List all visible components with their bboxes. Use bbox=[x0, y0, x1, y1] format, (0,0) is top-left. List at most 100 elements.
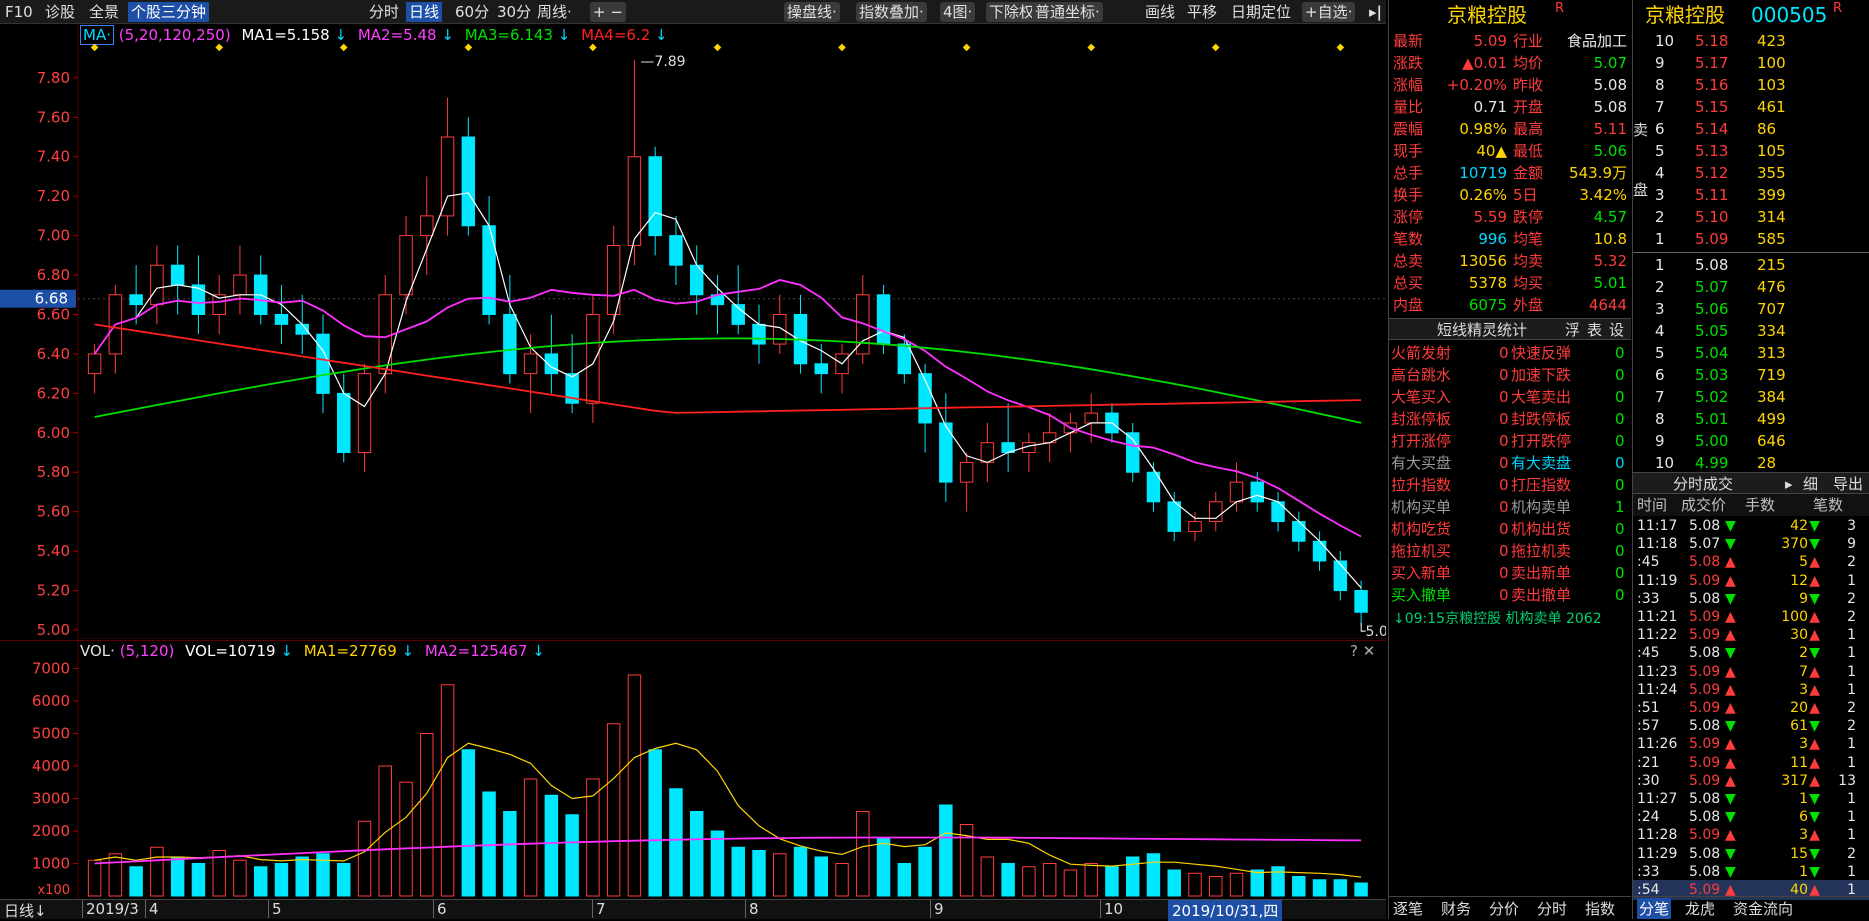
stats-btn[interactable]: 表 bbox=[1587, 319, 1602, 341]
toolbar-item-8[interactable]: 周线· bbox=[534, 2, 575, 22]
quote-tab[interactable]: 财务 bbox=[1441, 898, 1471, 919]
stats-row[interactable]: 机构吃货 0 机构出货 0 bbox=[1389, 518, 1631, 540]
quote-tab[interactable]: 逐笔 bbox=[1393, 898, 1423, 919]
bid-row[interactable]: 10 4.99 28 bbox=[1633, 452, 1869, 474]
ask-row[interactable]: 4 5.12 355 bbox=[1633, 162, 1869, 184]
ask-row[interactable]: 10 5.18 423 bbox=[1633, 30, 1869, 52]
trade-row[interactable]: :45 5.08 ▲ 5 ▲ 2 bbox=[1633, 552, 1869, 572]
ask-row[interactable]: 2 5.10 314 bbox=[1633, 206, 1869, 228]
trade-row[interactable]: 11:27 5.08 ▼ 1 ▼ 1 bbox=[1633, 789, 1869, 809]
stats-row[interactable]: 买入新单 0 卖出新单 0 bbox=[1389, 562, 1631, 584]
toolbar-item-13[interactable]: 普通坐标· bbox=[1032, 2, 1103, 22]
stats-btn[interactable]: 浮 bbox=[1565, 319, 1580, 341]
toolbar-item-7[interactable]: 30分 bbox=[494, 2, 534, 22]
trade-row[interactable]: :33 5.08 ▼ 9 ▼ 2 bbox=[1633, 589, 1869, 609]
trade-volume: 61 bbox=[1790, 718, 1808, 735]
trade-row[interactable]: 11:18 5.07 ▼ 370 ▼ 9 bbox=[1633, 534, 1869, 554]
stats-row[interactable]: 拉升指数 0 打压指数 0 bbox=[1389, 474, 1631, 496]
trades-btn[interactable]: 细 bbox=[1803, 473, 1818, 495]
ask-row[interactable]: 9 5.17 100 bbox=[1633, 52, 1869, 74]
period-label[interactable]: 日线↓ bbox=[4, 900, 47, 921]
toolbar-item-16[interactable]: 日期定位 bbox=[1228, 2, 1294, 22]
toolbar-item-4[interactable]: 分时 bbox=[366, 2, 402, 22]
stats-btn[interactable]: 设 bbox=[1609, 319, 1624, 341]
quote-tab[interactable]: 分价 bbox=[1489, 898, 1519, 919]
trade-row[interactable]: :57 5.08 ▼ 61 ▼ 2 bbox=[1633, 716, 1869, 736]
stats-row[interactable]: 打开涨停 0 打开跌停 0 bbox=[1389, 430, 1631, 452]
stats-row[interactable]: 机构买单 0 机构卖单 1 bbox=[1389, 496, 1631, 518]
trade-row[interactable]: :24 5.08 ▼ 6 ▼ 1 bbox=[1633, 807, 1869, 827]
bid-row[interactable]: 8 5.01 499 bbox=[1633, 408, 1869, 430]
bid-row[interactable]: 5 5.04 313 bbox=[1633, 342, 1869, 364]
toolbar-item-9[interactable]: 操盘线· bbox=[784, 2, 840, 22]
trade-row[interactable]: 11:23 5.09 ▲ 7 ▲ 1 bbox=[1633, 662, 1869, 682]
toolbar-item-11[interactable]: 4图· bbox=[940, 2, 976, 22]
trade-price: 5.09 bbox=[1689, 681, 1721, 698]
toolbar-item-6[interactable]: 60分 bbox=[452, 2, 492, 22]
stats-row[interactable]: 火箭发射 0 快速反弹 0 bbox=[1389, 342, 1631, 364]
trade-row[interactable]: 11:17 5.08 ▼ 42 ▼ 3 bbox=[1633, 516, 1869, 536]
trade-row[interactable]: 11:21 5.09 ▲ 100 ▲ 2 bbox=[1633, 607, 1869, 627]
stat-label: 机构吃货 bbox=[1391, 520, 1452, 538]
trade-row[interactable]: :30 5.09 ▲ 317 ▲ 13 bbox=[1633, 771, 1869, 791]
trade-row[interactable]: 11:28 5.09 ▲ 3 ▲ 1 bbox=[1633, 825, 1869, 845]
zoom-buttons[interactable]: + − bbox=[590, 2, 626, 22]
candle-body bbox=[1188, 521, 1202, 532]
bid-row[interactable]: 7 5.02 384 bbox=[1633, 386, 1869, 408]
stats-row[interactable]: 有大买盘 0 有大卖盘 0 bbox=[1389, 452, 1631, 474]
toolbar-item-3[interactable]: 个股三分钟 bbox=[128, 2, 210, 22]
ask-row[interactable]: 7 5.15 461 bbox=[1633, 96, 1869, 118]
stats-row[interactable]: 买入撤单 0 卖出撤单 0 bbox=[1389, 584, 1631, 606]
trade-row[interactable]: :51 5.09 ▲ 20 ▲ 2 bbox=[1633, 698, 1869, 718]
ask-row[interactable]: 1 5.09 585 bbox=[1633, 228, 1869, 250]
volume-chart[interactable]: VOL· (5,120) VOL=10719 ↓ MA1=27769 ↓ MA2… bbox=[0, 640, 1386, 900]
trade-row[interactable]: 11:19 5.09 ▲ 12 ▲ 1 bbox=[1633, 571, 1869, 591]
ask-row[interactable]: 5 5.13 105 bbox=[1633, 140, 1869, 162]
toolbar-item-15[interactable]: 平移 bbox=[1184, 2, 1220, 22]
toolbar-item-10[interactable]: 指数叠加· bbox=[856, 2, 927, 22]
trade-row[interactable]: 11:24 5.09 ▲ 3 ▲ 1 bbox=[1633, 680, 1869, 700]
bid-row[interactable]: 9 5.00 646 bbox=[1633, 430, 1869, 452]
trade-row[interactable]: :45 5.08 ▼ 2 ▼ 1 bbox=[1633, 643, 1869, 663]
bid-row[interactable]: 4 5.05 334 bbox=[1633, 320, 1869, 342]
trade-row[interactable]: 11:22 5.09 ▲ 30 ▲ 1 bbox=[1633, 625, 1869, 645]
bid-row[interactable]: 1 5.08 215 bbox=[1633, 254, 1869, 276]
alert-message[interactable]: ↓09:15京粮控股 机构卖单 2062 bbox=[1393, 608, 1602, 628]
book-tab[interactable]: 分笔 bbox=[1637, 898, 1672, 919]
trade-row[interactable]: :21 5.09 ▲ 11 ▲ 1 bbox=[1633, 753, 1869, 773]
kline-chart[interactable]: MA· (5,20,120,250) MA1=5.158 ↓ MA2=5.48 … bbox=[0, 24, 1386, 639]
ask-row[interactable]: 8 5.16 103 bbox=[1633, 74, 1869, 96]
stats-row[interactable]: 高台跳水 0 加速下跌 0 bbox=[1389, 364, 1631, 386]
toolbar-item-2[interactable]: 全景 bbox=[86, 2, 122, 22]
stats-row[interactable]: 大笔买入 0 大笔卖出 0 bbox=[1389, 386, 1631, 408]
ask-level: 1 bbox=[1655, 230, 1665, 248]
quote-tab[interactable]: 分时 bbox=[1537, 898, 1567, 919]
trade-row[interactable]: :33 5.08 ▼ 1 ▼ 1 bbox=[1633, 862, 1869, 882]
book-tab[interactable]: 资金流向 bbox=[1733, 898, 1793, 919]
ask-row[interactable]: 6 5.14 86 bbox=[1633, 118, 1869, 140]
quote-value: 5.07 bbox=[1593, 54, 1627, 72]
toolbar-item-14[interactable]: 画线 bbox=[1142, 2, 1178, 22]
toolbar-item-17[interactable]: +自选· bbox=[1302, 2, 1356, 22]
toolbar-item-0[interactable]: F10 bbox=[2, 2, 36, 22]
trades-arrow-icon[interactable]: ▸ bbox=[1785, 473, 1793, 495]
stats-row[interactable]: 拖拉机买 0 拖拉机卖 0 bbox=[1389, 540, 1631, 562]
bid-row[interactable]: 3 5.06 707 bbox=[1633, 298, 1869, 320]
trade-row[interactable]: 11:29 5.08 ▼ 15 ▼ 2 bbox=[1633, 844, 1869, 864]
price-cursor-label: 6.68 bbox=[35, 290, 68, 308]
month-label: 5 bbox=[268, 900, 282, 918]
book-tab[interactable]: 龙虎 bbox=[1685, 898, 1715, 919]
trade-count: 2 bbox=[1847, 609, 1856, 625]
ask-row[interactable]: 3 5.11 399 bbox=[1633, 184, 1869, 206]
stats-row[interactable]: 封涨停板 0 封跌停板 0 bbox=[1389, 408, 1631, 430]
trade-count: 1 bbox=[1847, 827, 1856, 844]
quote-tab[interactable]: 指数 bbox=[1585, 898, 1615, 919]
bid-row[interactable]: 6 5.03 719 bbox=[1633, 364, 1869, 386]
bid-row[interactable]: 2 5.07 476 bbox=[1633, 276, 1869, 298]
stat-count: 0 bbox=[1499, 498, 1509, 516]
trade-row[interactable]: 11:26 5.09 ▲ 3 ▲ 1 bbox=[1633, 734, 1869, 754]
toolbar-item-1[interactable]: 诊股 bbox=[42, 2, 78, 22]
toolbar-item-5[interactable]: 日线 bbox=[406, 2, 443, 22]
trades-btn[interactable]: 导出 bbox=[1833, 473, 1863, 495]
collapse-icon[interactable]: ▸| bbox=[1366, 2, 1385, 22]
